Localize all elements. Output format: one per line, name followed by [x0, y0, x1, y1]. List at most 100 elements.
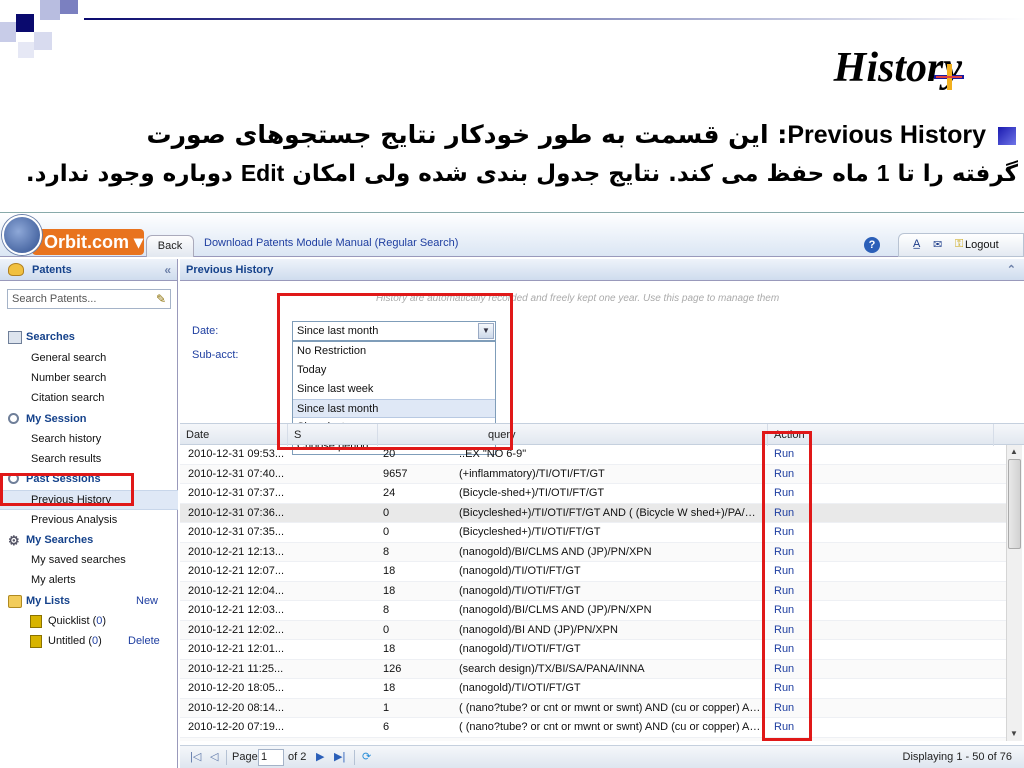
cell-query: ( (nano?tube? or cnt or mwnt or swnt) AN…: [459, 721, 761, 733]
vertical-scrollbar[interactable]: ▲ ▼: [1006, 445, 1022, 741]
last-page-icon[interactable]: ▶|: [334, 750, 345, 763]
cell-date: 2010-12-31 07:35...: [188, 526, 285, 538]
scroll-thumb[interactable]: [1008, 459, 1021, 549]
back-button[interactable]: Back: [146, 235, 194, 257]
help-icon[interactable]: ?: [864, 237, 880, 253]
section-my-session[interactable]: My Session: [8, 413, 87, 425]
logout-link[interactable]: Logout: [965, 239, 999, 251]
sidebar-item-my-alerts[interactable]: My alerts: [31, 574, 76, 586]
cell-date: 2010-12-31 07:37...: [188, 487, 285, 499]
sidebar-item-search-history[interactable]: Search history: [31, 433, 101, 445]
bullet-number: 1: [876, 160, 890, 186]
searches-icon: [8, 331, 22, 344]
table-row[interactable]: 2010-12-21 12:13... 8 (nanogold)/BI/CLMS A…: [180, 542, 1006, 562]
cell-query: (Bicycle-shed+)/TI/OTI/FT/GT: [459, 487, 605, 499]
cell-date: 2010-12-21 11:25...: [188, 662, 284, 675]
cell-hits: 18: [383, 584, 396, 597]
sidebar-header: Patents «: [0, 259, 177, 281]
cell-date: 2010-12-31 07:36...: [188, 506, 285, 519]
page-input[interactable]: 1: [258, 749, 284, 766]
cell-query: (nanogold)/TI/OTI/FT/GT: [459, 565, 581, 577]
column-header-date[interactable]: Date: [180, 424, 288, 446]
mail-icon[interactable]: ✉: [933, 238, 942, 251]
table-row[interactable]: 2010-12-20 08:14... 1 ( (nano?tube? or cnt…: [180, 698, 1006, 718]
sidebar-item-previous-analysis[interactable]: Previous Analysis: [31, 514, 117, 526]
sidebar-item-citation-search[interactable]: Citation search: [31, 392, 104, 404]
pager-separator: [354, 750, 355, 765]
bullet-line-1: Previous History: این قسمت به طور خودکار…: [146, 120, 1016, 150]
translate-icon[interactable]: A̲: [913, 238, 920, 250]
collapse-icon[interactable]: «: [164, 259, 171, 281]
cell-hits: 18: [383, 565, 396, 577]
sidebar-item-general-search[interactable]: General search: [31, 352, 106, 364]
prev-page-icon[interactable]: ◁: [210, 750, 218, 763]
table-row[interactable]: 2010-12-21 11:25... 126 (search design)/TX…: [180, 659, 1006, 679]
sidebar-item-number-search[interactable]: Number search: [31, 372, 106, 384]
toolbar-right: A̲ ✉ ⚿ Logout: [898, 233, 1024, 257]
logo-text: Orbit.com ▾: [32, 229, 144, 255]
cell-date: 2010-12-21 12:01...: [188, 643, 285, 655]
section-searches[interactable]: Searches: [8, 331, 75, 344]
cell-hits: 1: [383, 701, 390, 714]
sidebar-item-untitled[interactable]: Untitled (0): [48, 635, 102, 647]
page-of-label: of 2: [288, 751, 307, 763]
search-patents-input[interactable]: Search Patents... ✎: [7, 289, 171, 309]
cell-query: (Bicycleshed+)/TI/OTI/FT/GT: [459, 526, 601, 538]
orbit-logo[interactable]: Orbit.com ▾: [2, 215, 144, 255]
section-my-lists[interactable]: My Lists: [8, 595, 70, 608]
bullet-text-c: دوباره وجود ندارد.: [25, 161, 241, 187]
pager-separator: [226, 750, 227, 765]
table-row[interactable]: 2010-12-21 12:03... 8 (nanogold)/BI/CLMS A…: [180, 601, 1006, 621]
logo-globe-icon: [2, 215, 42, 255]
table-row[interactable]: 2010-12-21 12:07... 18 (nanogold)/TI/OTI/F…: [180, 562, 1006, 582]
sidebar-item-my-saved-searches[interactable]: My saved searches: [31, 554, 126, 566]
table-row[interactable]: 2010-12-31 07:37... 24 (Bicycle-shed+)/TI/…: [180, 484, 1006, 504]
table-row[interactable]: 2010-12-20 18:05... 18 (nanogold)/TI/OTI/F…: [180, 679, 1006, 699]
cell-hits: 24: [383, 487, 396, 499]
cell-date: 2010-12-21 12:13...: [188, 545, 285, 558]
cell-query: (nanogold)/TI/OTI/FT/GT: [459, 643, 581, 655]
page-label: Page: [232, 751, 258, 763]
bullet-line-2: گرفته را تا 1 ماه حفظ می کند. نتایج جدول…: [26, 160, 1018, 187]
history-grid: 2010-12-31 09:53... 20 ..EX "NO 6-9" Run 201…: [180, 445, 1006, 741]
cell-date: 2010-12-21 12:04...: [188, 584, 285, 597]
table-row[interactable]: 2010-12-31 07:35... 0 (Bicycleshed+)/TI/OT…: [180, 523, 1006, 543]
subacct-label: Sub-acct:: [192, 349, 239, 361]
table-row[interactable]: 2010-12-21 12:02... 0 (nanogold)/BI AND (J…: [180, 620, 1006, 640]
table-row[interactable]: 2010-12-21 12:04... 18 (nanogold)/TI/OTI/F…: [180, 581, 1006, 601]
new-list-link[interactable]: New: [136, 595, 158, 607]
table-row[interactable]: 2010-12-20 07:19... 6 ( (nano?tube? or cnt…: [180, 718, 1006, 738]
delete-list-link[interactable]: Delete: [128, 635, 160, 647]
sidebar: Patents « Search Patents... ✎ Searches G…: [0, 259, 178, 768]
table-row[interactable]: 2010-12-21 12:01... 18 (nanogold)/TI/OTI/F…: [180, 640, 1006, 660]
magnifier-icon: [8, 413, 19, 424]
sidebar-item-quicklist[interactable]: Quicklist (0): [48, 615, 106, 627]
bullet-square-icon: [998, 127, 1016, 145]
table-row[interactable]: 2010-12-31 07:36... 0 (Bicycleshed+)/TI/OT…: [180, 503, 1006, 523]
cell-date: 2010-12-21 12:07...: [188, 565, 285, 577]
bullet-text-b: ماه حفظ می کند. نتایج جدول بندی شده ولی …: [284, 161, 877, 187]
cell-date: 2010-12-31 07:40...: [188, 467, 285, 480]
gear-icon: ⚙: [8, 533, 20, 548]
cell-hits: 8: [383, 604, 390, 616]
collapse-up-icon[interactable]: ⌃: [1007, 259, 1016, 281]
cross-icon: [934, 64, 964, 90]
annotation-box-run-column: [762, 431, 812, 741]
download-manual-link[interactable]: Download Patents Module Manual (Regular …: [204, 237, 458, 249]
top-bar: Orbit.com ▾ Back Download Patents Module…: [0, 213, 1024, 257]
annotation-box-previous-history: [0, 473, 134, 506]
next-page-icon[interactable]: ▶: [316, 750, 324, 763]
date-label: Date:: [192, 325, 219, 337]
refresh-icon[interactable]: ⟳: [362, 750, 371, 763]
first-page-icon[interactable]: |◁: [190, 750, 201, 763]
scroll-up-icon[interactable]: ▲: [1010, 447, 1018, 456]
section-my-searches[interactable]: ⚙ My Searches: [8, 533, 93, 548]
displaying-count: Displaying 1 - 50 of 76: [902, 751, 1012, 763]
scroll-down-icon[interactable]: ▼: [1010, 729, 1018, 738]
pen-icon[interactable]: ✎: [156, 292, 166, 306]
table-row[interactable]: 2010-12-31 07:40... 9657 (+inflammatory)/T…: [180, 464, 1006, 484]
sidebar-item-search-results[interactable]: Search results: [31, 453, 101, 465]
table-row[interactable]: 2010-12-19 13:07...6 ( (nano?tube? or cnt…: [180, 737, 1006, 741]
bullet-text: : این قسمت به طور خودکار نتایج جستجوهای …: [146, 120, 788, 149]
list-icon: [30, 635, 42, 648]
